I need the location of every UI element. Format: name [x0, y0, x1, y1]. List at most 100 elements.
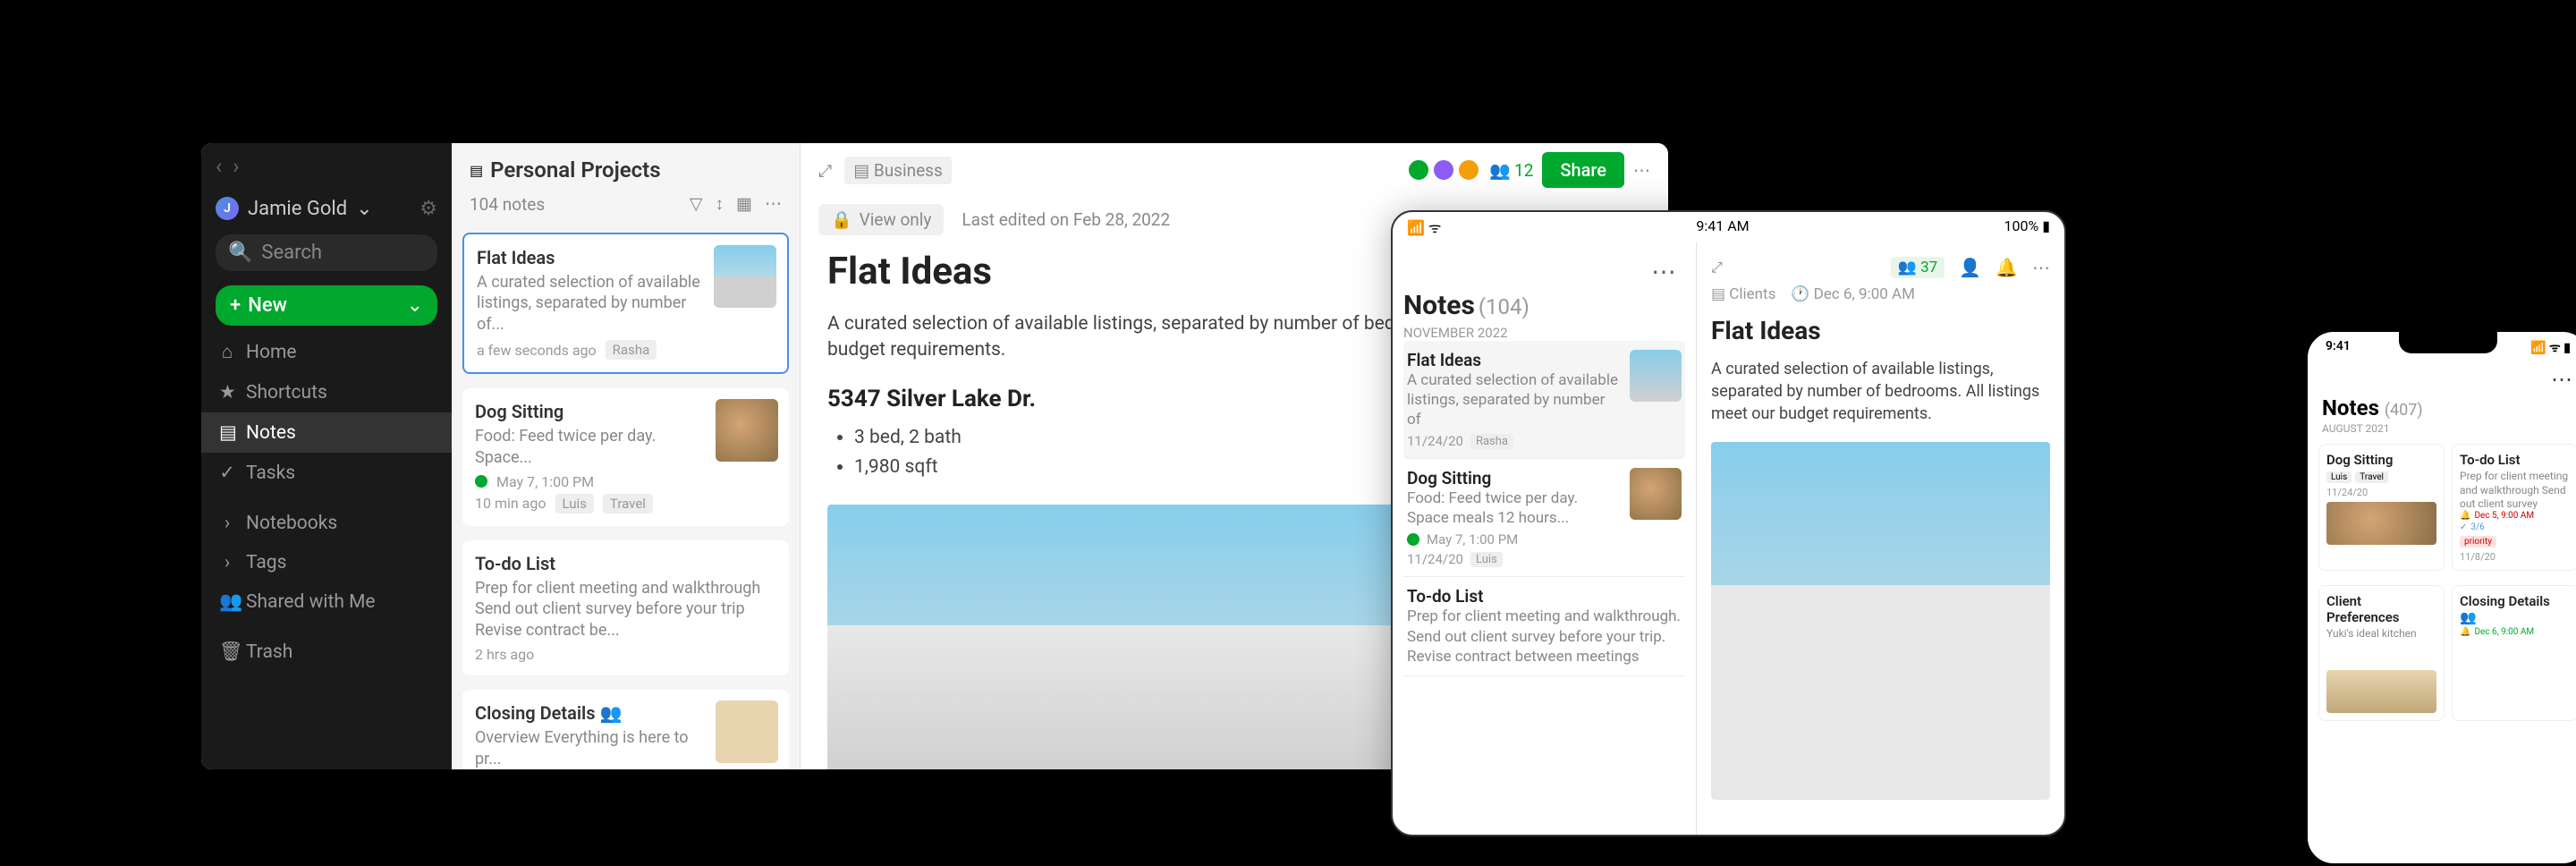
note-image — [1711, 442, 2050, 800]
note-card[interactable]: Dog Sitting LuisTravel 11/24/20 — [2318, 444, 2445, 571]
last-edited: Last edited on Feb 28, 2022 — [962, 209, 1170, 230]
note-title: Dog Sitting — [2326, 452, 2436, 468]
note-icon: ▤ — [219, 421, 235, 444]
reminder-dot-icon — [475, 475, 487, 488]
breadcrumb[interactable]: ▤ Business — [844, 157, 952, 184]
forward-icon[interactable]: › — [233, 154, 239, 179]
avatar[interactable] — [1407, 158, 1430, 182]
note-title: To-do List — [475, 553, 776, 574]
note-card[interactable]: Flat Ideas A curated selection of availa… — [1403, 341, 1685, 459]
sidebar-item-shared[interactable]: 👥Shared with Me — [201, 582, 452, 622]
search-input[interactable]: 🔍 Search — [216, 234, 437, 271]
people-count[interactable]: 👥12 — [1489, 160, 1533, 181]
note-body: Prep for client meeting and walkthrough … — [475, 578, 776, 641]
sidebar-item-home[interactable]: ⌂Home — [201, 333, 452, 372]
notebook-title: Personal Projects — [490, 157, 660, 183]
note-title: To-do List — [1407, 586, 1682, 607]
battery-status: 100% ▮ — [2004, 217, 2050, 237]
month-header: AUGUST 2021 — [2308, 420, 2576, 437]
nav-arrows: ‹ › — [201, 143, 452, 190]
people-icon: 👥 — [1489, 160, 1511, 181]
expand-icon[interactable]: ⤢ — [1711, 259, 1723, 276]
note-card[interactable]: Closing Details 👥 🔔Dec 6, 9:00 AM — [2452, 585, 2576, 721]
notebook-icon: ▤ — [853, 160, 869, 181]
chevron-right-icon: › — [219, 552, 235, 573]
plus-icon: + — [230, 294, 241, 317]
sort-icon[interactable]: ↕ — [716, 193, 724, 215]
note-paragraph[interactable]: A curated selection of available listing… — [1711, 358, 2050, 426]
note-date: 11/24/20 — [1407, 551, 1463, 567]
note-card[interactable]: Dog Sitting Food: Feed twice per day. Sp… — [1403, 459, 1685, 577]
note-date: 11/24/20 — [1407, 433, 1463, 449]
note-body: Prep for client meeting and walkthrough … — [2460, 470, 2570, 509]
shared-icon: 👥 — [2460, 609, 2477, 625]
chevron-down-icon: ⌄ — [356, 198, 372, 220]
people-count[interactable]: 👥37 — [1891, 257, 1945, 278]
note-card[interactable]: Client Preferences Yuki's ideal kitchen — [2318, 585, 2445, 721]
note-thumbnail — [2326, 502, 2436, 545]
sidebar-item-notes[interactable]: ▤Notes — [201, 412, 452, 453]
note-card[interactable]: Closing Details 👥 Overview Everything is… — [462, 690, 789, 769]
breadcrumb[interactable]: ▤ Clients 🕐 Dec 6, 9:00 AM — [1711, 285, 2050, 303]
sidebar-item-tags[interactable]: ›Tags — [201, 543, 452, 582]
status-time: 9:41 AM — [1696, 217, 1749, 237]
reminder-dot-icon — [1407, 533, 1419, 546]
people-icon: 👥 — [219, 591, 235, 613]
note-reminder: May 7, 1:00 PM — [1427, 531, 1518, 548]
page-title: Notes — [2322, 395, 2379, 420]
gear-icon[interactable]: ⚙ — [419, 198, 437, 220]
more-icon[interactable]: ⋯ — [2032, 257, 2050, 278]
view-icon[interactable]: ▦ — [736, 193, 752, 215]
tablet-app: 📶 ᯤ 9:41 AM 100% ▮ ⋯ Notes (104) NOVEMBE… — [1391, 210, 2066, 836]
note-progress: 3/6 — [2470, 522, 2484, 532]
note-title: Client Preferences — [2326, 593, 2436, 625]
note-time: 2 hrs ago — [475, 646, 534, 663]
filter-icon[interactable]: ▽ — [690, 193, 703, 215]
more-icon[interactable]: ⋯ — [1633, 160, 1650, 181]
note-tag: priority — [2460, 536, 2496, 548]
note-card[interactable]: To-do List Prep for client meeting and w… — [1403, 577, 1685, 675]
note-card[interactable]: Dog Sitting Food: Feed twice per day. Sp… — [462, 388, 789, 526]
user-menu[interactable]: J Jamie Gold ⌄ ⚙ — [201, 190, 452, 227]
note-thumbnail — [716, 700, 778, 763]
note-body: Prep for client meeting and walkthrough.… — [1407, 607, 1682, 666]
avatar[interactable] — [1432, 158, 1455, 182]
check-icon: ✓ — [2460, 522, 2467, 532]
bell-icon: 🔔 — [2460, 627, 2470, 637]
note-title: Closing Details 👥 — [2460, 593, 2570, 625]
avatar[interactable] — [1457, 158, 1480, 182]
note-tag: Travel — [2355, 471, 2388, 483]
note-body: Yuki's ideal kitchen — [2326, 627, 2436, 666]
phone-app: 9:41 📶 ᯤ ▮ ⋯ Notes (407) AUGUST 2021 Dog… — [2305, 329, 2576, 866]
note-card[interactable]: To-do List Prep for client meeting and w… — [2452, 444, 2576, 571]
bell-icon[interactable]: 🔔 — [1996, 257, 2018, 278]
more-icon[interactable]: ⋯ — [765, 193, 782, 215]
back-icon[interactable]: ‹ — [216, 154, 222, 179]
notch — [2399, 332, 2497, 353]
sidebar-item-shortcuts[interactable]: ★Shortcuts — [201, 372, 452, 412]
new-label: New — [248, 294, 287, 317]
note-card[interactable]: To-do List Prep for client meeting and w… — [462, 540, 789, 675]
new-button[interactable]: +New ⌄ — [216, 285, 437, 326]
more-icon[interactable]: ⋯ — [1403, 253, 1685, 290]
sidebar-label: Notebooks — [246, 513, 337, 534]
bell-icon: 🔔 — [2460, 511, 2470, 521]
sidebar-item-tasks[interactable]: ✓Tasks — [201, 453, 452, 493]
expand-icon[interactable]: ⤢ — [818, 160, 832, 181]
note-list: ⋯ Notes (104) NOVEMBER 2022 Flat Ideas A… — [1393, 242, 1697, 836]
sidebar-item-trash[interactable]: 🗑Trash — [201, 633, 452, 672]
more-icon[interactable]: ⋯ — [2308, 363, 2576, 395]
sidebar-item-notebooks[interactable]: › Notebooks — [201, 504, 452, 543]
note-count: (407) — [2385, 401, 2423, 420]
avatar: J — [216, 197, 239, 220]
note-card[interactable]: Flat Ideas A curated selection of availa… — [462, 233, 789, 374]
person-add-icon[interactable]: 👤 — [1959, 257, 1981, 278]
note-time: a few seconds ago — [477, 342, 597, 359]
chevron-right-icon: › — [219, 513, 235, 534]
note-title[interactable]: Flat Ideas — [1711, 316, 2050, 345]
editor: ⤢ 👥37 👤 🔔 ⋯ ▤ Clients 🕐 Dec 6, 9:00 AM F… — [1697, 242, 2064, 836]
status-icons: 📶 ᯤ ▮ — [2530, 339, 2571, 356]
note-thumbnail — [1630, 350, 1682, 402]
share-button[interactable]: Share — [1542, 152, 1624, 188]
note-date: 11/24/20 — [2326, 487, 2436, 498]
